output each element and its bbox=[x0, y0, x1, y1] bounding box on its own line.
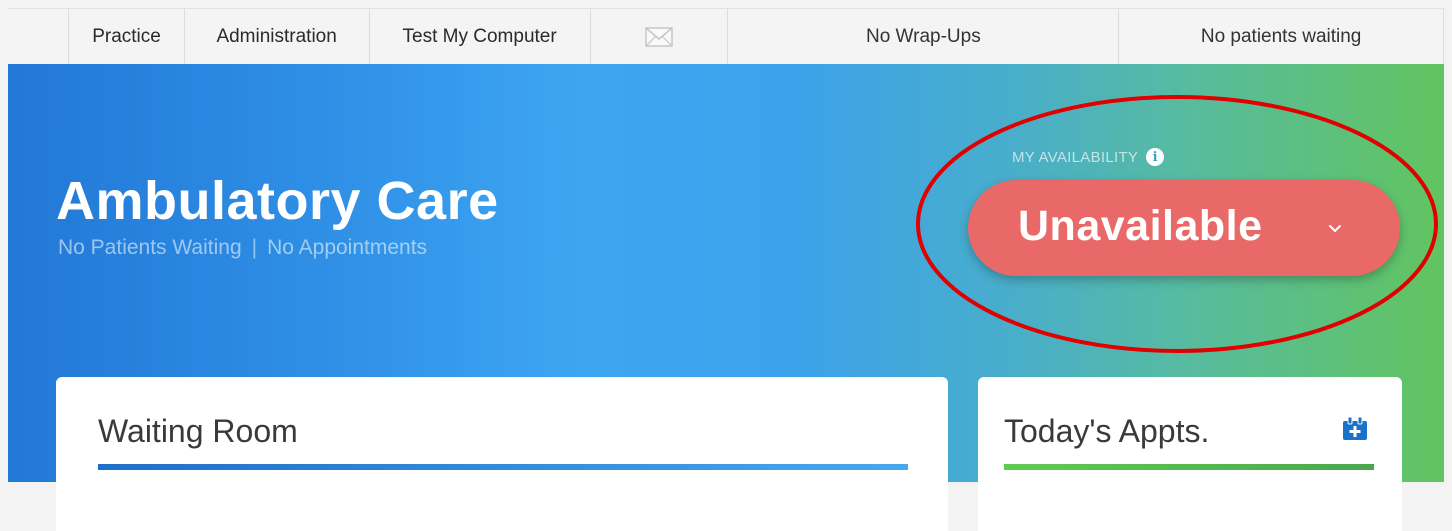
nav-patients-waiting[interactable]: No patients waiting bbox=[1118, 9, 1443, 65]
waiting-room-title: Waiting Room bbox=[98, 413, 298, 449]
chevron-down-icon bbox=[1329, 225, 1341, 232]
todays-appts-card: Today's Appts. bbox=[978, 377, 1402, 531]
todays-appts-title: Today's Appts. bbox=[1004, 413, 1210, 449]
hero-status-line: No Patients Waiting | No Appointments bbox=[58, 236, 427, 260]
nav-administration[interactable]: Administration bbox=[183, 9, 369, 65]
availability-status: Unavailable bbox=[1018, 202, 1263, 250]
nav-test-my-computer[interactable]: Test My Computer bbox=[368, 9, 590, 65]
status-separator: | bbox=[251, 236, 258, 259]
availability-dropdown[interactable]: Unavailable bbox=[968, 180, 1400, 276]
nav-practice[interactable]: Practice bbox=[68, 9, 183, 65]
calendar-add-icon[interactable] bbox=[1342, 417, 1368, 441]
waiting-room-card: Waiting Room bbox=[56, 377, 948, 531]
envelope-icon bbox=[645, 27, 673, 47]
availability-label: MY AVAILABILITY i bbox=[1012, 148, 1165, 166]
nav-right-filler bbox=[1443, 9, 1444, 65]
availability-label-text: MY AVAILABILITY bbox=[1012, 148, 1139, 166]
nav-messages[interactable] bbox=[589, 9, 728, 65]
info-icon[interactable]: i bbox=[1146, 148, 1165, 166]
status-patients-waiting: No Patients Waiting bbox=[58, 236, 242, 259]
status-appointments: No Appointments bbox=[267, 236, 428, 259]
nav-left-spacer bbox=[8, 9, 68, 65]
waiting-room-divider bbox=[98, 464, 908, 470]
page-title: Ambulatory Care bbox=[56, 171, 499, 231]
top-nav-bar: Practice Administration Test My Computer… bbox=[8, 8, 1444, 65]
todays-appts-divider bbox=[1004, 464, 1374, 470]
nav-wrapups[interactable]: No Wrap-Ups bbox=[727, 9, 1118, 65]
